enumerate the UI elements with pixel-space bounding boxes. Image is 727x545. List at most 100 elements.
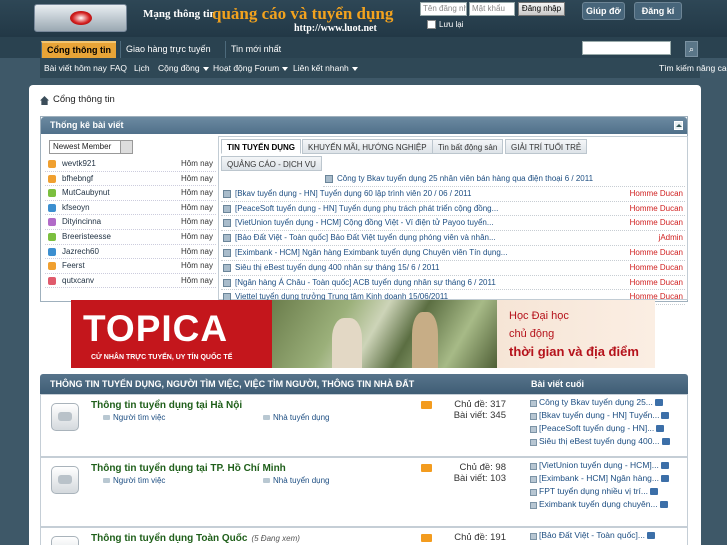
member-name[interactable]: bfhebngf <box>62 174 93 183</box>
news-author[interactable]: Homme Ducan <box>630 204 683 213</box>
member-name[interactable]: MutCaubynut <box>62 188 110 197</box>
news-title[interactable]: Công ty Bkav tuyển dụng 25 nhân viên bán… <box>337 174 593 183</box>
thread-count: Chủ đề: 98 <box>459 462 506 473</box>
news-author[interactable]: Homme Ducan <box>630 263 683 272</box>
tab-ads-services[interactable]: QUẢNG CÁO - DỊCH VỤ <box>221 156 322 171</box>
banner-line-1: Học Đại học <box>509 310 569 322</box>
tab-entertainment[interactable]: GIẢI TRÍ TUỔI TRẺ <box>505 139 588 154</box>
latest-post[interactable]: [VietUnion tuyển dụng - HCM]... <box>529 460 687 473</box>
user-icon <box>48 233 56 241</box>
latest-posts-list: Công ty Bkav tuyển dụng 25... [Bkav tuyển… <box>529 397 687 449</box>
member-name[interactable]: Dityincinna <box>62 217 101 226</box>
username-field[interactable]: Tên đăng nhập <box>420 2 467 16</box>
subforum-link[interactable]: Nhà tuyển dụng <box>263 413 330 422</box>
nav-calendar[interactable]: Lịch <box>134 58 150 78</box>
tab-newest[interactable]: Tin mới nhất <box>225 41 286 58</box>
latest-post-title: Eximbank tuyển dụng chuyên... <box>539 499 658 509</box>
subforum-link[interactable]: Người tìm việc <box>103 413 165 422</box>
forum-title[interactable]: Thông tin tuyển dụng tại TP. Hồ Chí Minh <box>91 463 290 474</box>
forum-row: Thông tin tuyển dụng tại Hà Nội Chủ đề: 3… <box>40 394 688 457</box>
news-title[interactable]: [PeaceSoft tuyển dụng - HN] Tuyển dụng p… <box>235 204 498 213</box>
forum-category-title[interactable]: THÔNG TIN TUYỂN DỤNG, NGƯỜI TÌM VIỆC, VI… <box>50 374 414 394</box>
forum-title[interactable]: Thông tin tuyển dụng Toàn Quốc (5 Đang xe… <box>91 533 300 544</box>
latest-post[interactable]: [Eximbank - HCM] Ngân hàng... <box>529 473 687 486</box>
tab-online-delivery[interactable]: Giao hàng trực tuyến <box>120 41 216 58</box>
news-author[interactable]: Homme Ducan <box>630 248 683 257</box>
subforum-link[interactable]: Người tìm việc <box>103 476 165 485</box>
login-button[interactable]: Đăng nhập <box>518 2 565 16</box>
latest-post[interactable]: [Bảo Đất Việt - Toàn quốc]... <box>529 530 687 543</box>
news-title[interactable]: [VietUnion tuyển dụng - HCM] Cộng đồng V… <box>235 218 494 227</box>
member-name[interactable]: Jazrech60 <box>62 247 99 256</box>
rss-icon[interactable] <box>421 401 432 409</box>
member-filter-select[interactable]: Newest Member <box>49 140 133 154</box>
thread-icon <box>530 489 537 496</box>
thread-icon <box>530 413 537 420</box>
latest-post[interactable]: FPT tuyển dụng nhiều vị trí... <box>529 486 687 499</box>
help-button[interactable]: Giúp đỡ <box>582 2 625 20</box>
tagline-url: http://www.luot.net <box>294 23 377 34</box>
chevron-down-icon <box>202 66 209 71</box>
nav-forum-activity[interactable]: Hoạt động Forum <box>213 58 289 78</box>
member-name[interactable]: qutxcanv <box>62 276 94 285</box>
member-name[interactable]: Feerst <box>62 261 85 270</box>
go-to-post-icon[interactable] <box>661 412 670 420</box>
topica-banner[interactable]: TOPICA CỬ NHÂN TRỰC TUYẾN, UY TÍN QUỐC T… <box>71 300 655 368</box>
go-to-post-icon[interactable] <box>659 501 668 509</box>
remember-checkbox[interactable] <box>427 20 436 29</box>
tab-real-estate[interactable]: Tin bất động sản <box>432 139 504 154</box>
search-icon[interactable]: ⌕ <box>685 41 698 57</box>
breadcrumb[interactable]: Cổng thông tin <box>53 94 115 105</box>
site-logo[interactable] <box>34 4 127 32</box>
rss-icon[interactable] <box>421 534 432 542</box>
tab-portal[interactable]: Cổng thông tin <box>41 41 116 58</box>
news-title[interactable]: [Ngân hàng Á Châu - Toàn quốc] ACB tuyển… <box>235 278 496 287</box>
go-to-post-icon[interactable] <box>654 399 663 407</box>
thread-icon <box>530 533 537 540</box>
latest-post-title: [Bảo Đất Việt - Toàn quốc]... <box>539 530 646 540</box>
search-input[interactable] <box>582 41 671 55</box>
news-author[interactable]: Homme Ducan <box>630 218 683 227</box>
news-author[interactable]: Homme Ducan <box>630 189 683 198</box>
go-to-post-icon[interactable] <box>656 425 665 433</box>
latest-post[interactable]: [PeaceSoft tuyển dụng - HN]... <box>529 423 687 436</box>
go-to-post-icon[interactable] <box>647 532 656 540</box>
latest-post[interactable]: Công ty Bkav tuyển dụng 25... <box>529 397 687 410</box>
thread-icon <box>223 204 231 213</box>
forum-title[interactable]: Thông tin tuyển dụng tại Hà Nội <box>91 400 246 411</box>
home-icon[interactable] <box>40 96 49 105</box>
news-title[interactable]: [Eximbank - HCM] Ngân hàng Eximbank tuyể… <box>235 248 507 257</box>
go-to-post-icon[interactable] <box>661 438 670 446</box>
password-field[interactable]: Mật khẩu <box>469 2 515 16</box>
sub-navbar: Bài viết hôm nay FAQ Lịch Cộng đồng Hoạt… <box>40 58 727 78</box>
nav-faq[interactable]: FAQ <box>110 58 127 78</box>
tab-promotion[interactable]: KHUYẾN MÃI, HƯỚNG NGHIỆP <box>302 139 433 154</box>
search-box <box>571 41 684 55</box>
thread-icon <box>530 502 537 509</box>
news-author[interactable]: Homme Ducan <box>630 278 683 287</box>
member-join-time: Hôm nay <box>180 188 213 198</box>
tab-recruitment[interactable]: TIN TUYỂN DỤNG <box>221 139 301 154</box>
member-name[interactable]: Breeristeesse <box>62 232 111 241</box>
news-title[interactable]: [Bảo Đất Việt - Toàn quốc] Bảo Đất Việt … <box>235 233 496 242</box>
advanced-search-link[interactable]: Tìm kiếm nâng cao <box>659 58 727 78</box>
news-title[interactable]: Siêu thị eBest tuyển dụng 400 nhân sự th… <box>235 263 439 272</box>
latest-post[interactable]: [Bkav tuyển dụng - HN] Tuyển... <box>529 410 687 423</box>
go-to-post-icon[interactable] <box>660 462 669 470</box>
nav-community[interactable]: Cộng đồng <box>158 58 209 78</box>
member-join-time: Hôm nay <box>180 275 213 285</box>
news-title[interactable]: [Bkav tuyển dụng - HN] Tuyển dụng 60 lập… <box>235 189 471 198</box>
register-button[interactable]: Đăng kí <box>634 2 682 20</box>
member-name[interactable]: kfseoyn <box>62 203 90 212</box>
latest-post[interactable]: Siêu thị eBest tuyển dụng 400... <box>529 436 687 449</box>
subforum-link[interactable]: Nhà tuyển dụng <box>263 476 330 485</box>
nav-today-posts[interactable]: Bài viết hôm nay <box>44 58 107 78</box>
nav-quick-links[interactable]: Liên kết nhanh <box>293 58 358 78</box>
member-name[interactable]: wevtk921 <box>62 159 96 168</box>
latest-post[interactable]: Eximbank tuyển dụng chuyên... <box>529 499 687 512</box>
news-author[interactable]: jAdmin <box>659 233 683 242</box>
go-to-post-icon[interactable] <box>661 475 669 483</box>
collapse-icon[interactable] <box>674 121 683 130</box>
rss-icon[interactable] <box>421 464 432 472</box>
go-to-post-icon[interactable] <box>650 488 658 496</box>
